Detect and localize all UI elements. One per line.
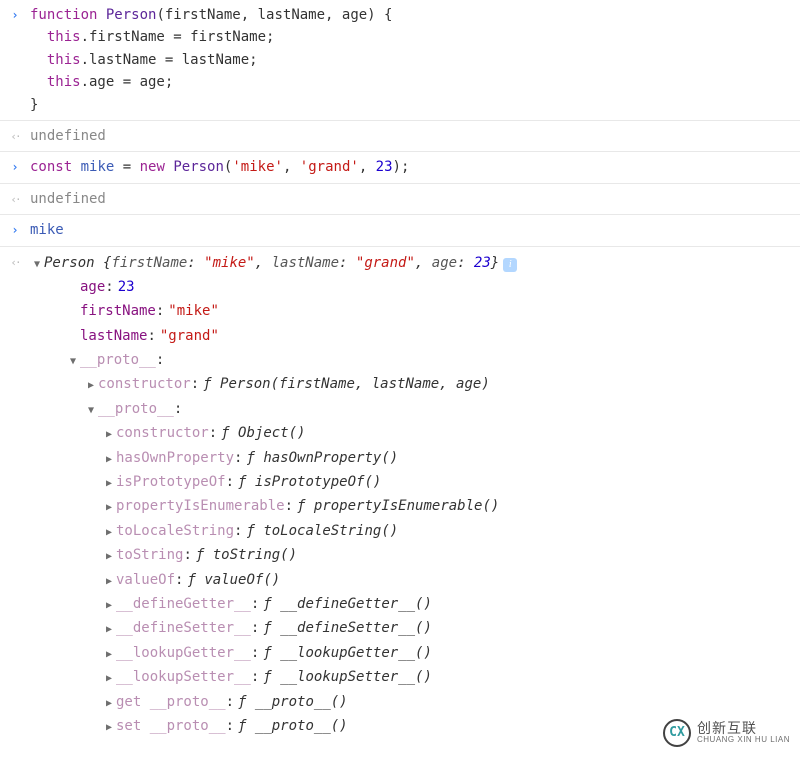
input-marker-icon (0, 156, 30, 177)
property-row[interactable]: __defineGetter__: ƒ __defineGetter__() (102, 592, 792, 616)
property-row[interactable]: hasOwnProperty: ƒ hasOwnProperty() (102, 446, 792, 470)
property-row[interactable]: valueOf: ƒ valueOf() (102, 568, 792, 592)
property-row[interactable]: propertyIsEnumerable: ƒ propertyIsEnumer… (102, 494, 792, 518)
expand-toggle-icon[interactable] (102, 549, 116, 565)
property-row[interactable]: age: 23 (66, 275, 792, 299)
property-row[interactable]: lastName: "grand" (66, 324, 792, 348)
proto-row[interactable]: __proto__: (66, 348, 792, 372)
property-row[interactable]: constructor: ƒ Object() (102, 421, 792, 445)
expand-toggle-icon[interactable] (102, 574, 116, 590)
console-input-entry: mike (0, 214, 800, 245)
console-output-entry: Person {firstName: "mike", lastName: "gr… (0, 246, 800, 743)
undefined-value: undefined (30, 191, 106, 207)
console-output-entry: undefined (0, 120, 800, 151)
console-output-entry: undefined (0, 183, 800, 214)
expand-toggle-icon[interactable] (102, 696, 116, 712)
expand-toggle-icon[interactable] (102, 525, 116, 541)
expand-toggle-icon[interactable] (102, 500, 116, 516)
object-tree: Person {firstName: "mike", lastName: "gr… (30, 251, 800, 739)
property-row[interactable]: toLocaleString: ƒ toLocaleString() (102, 519, 792, 543)
property-row[interactable]: __defineSetter__: ƒ __defineSetter__() (102, 616, 792, 640)
proto-row[interactable]: __proto__: (84, 397, 792, 421)
expand-toggle-icon[interactable] (102, 671, 116, 687)
input-marker-icon (0, 219, 30, 240)
code-block[interactable]: mike (30, 219, 800, 241)
expand-toggle-icon[interactable] (102, 720, 116, 736)
watermark-text: 创新互联 CHUANG XIN HU LIAN (697, 721, 790, 745)
console-input-entry: const mike = new Person('mike', 'grand',… (0, 151, 800, 182)
watermark: CX 创新互联 CHUANG XIN HU LIAN (663, 719, 790, 747)
expand-toggle-icon[interactable] (102, 476, 116, 492)
property-row[interactable]: toString: ƒ toString() (102, 543, 792, 567)
expand-toggle-icon[interactable] (84, 378, 98, 394)
devtools-console: function Person(firstName, lastName, age… (0, 0, 800, 742)
property-row[interactable]: constructor: ƒ Person(firstName, lastNam… (84, 372, 792, 396)
object-preview-row[interactable]: Person {firstName: "mike", lastName: "gr… (30, 251, 792, 275)
expand-toggle-icon[interactable] (102, 598, 116, 614)
expand-toggle-icon[interactable] (30, 257, 44, 273)
input-marker-icon (0, 4, 30, 25)
expand-toggle-icon[interactable] (102, 452, 116, 468)
code-block[interactable]: const mike = new Person('mike', 'grand',… (30, 156, 800, 178)
property-row[interactable]: isPrototypeOf: ƒ isPrototypeOf() (102, 470, 792, 494)
info-badge-icon[interactable]: i (503, 258, 517, 272)
console-input-entry: function Person(firstName, lastName, age… (0, 0, 800, 120)
expand-toggle-icon[interactable] (102, 622, 116, 638)
expand-toggle-icon[interactable] (84, 403, 98, 419)
output-marker-icon (0, 125, 30, 146)
watermark-logo-icon: CX (663, 719, 691, 747)
expand-toggle-icon[interactable] (102, 647, 116, 663)
property-row[interactable]: __lookupGetter__: ƒ __lookupGetter__() (102, 641, 792, 665)
property-row[interactable]: get __proto__: ƒ __proto__() (102, 690, 792, 714)
property-row[interactable]: __lookupSetter__: ƒ __lookupSetter__() (102, 665, 792, 689)
code-block[interactable]: function Person(firstName, lastName, age… (30, 4, 800, 116)
output-marker-icon (0, 251, 30, 272)
expand-toggle-icon[interactable] (66, 354, 80, 370)
expand-toggle-icon[interactable] (102, 427, 116, 443)
property-row[interactable]: firstName: "mike" (66, 299, 792, 323)
undefined-value: undefined (30, 128, 106, 144)
output-marker-icon (0, 188, 30, 209)
